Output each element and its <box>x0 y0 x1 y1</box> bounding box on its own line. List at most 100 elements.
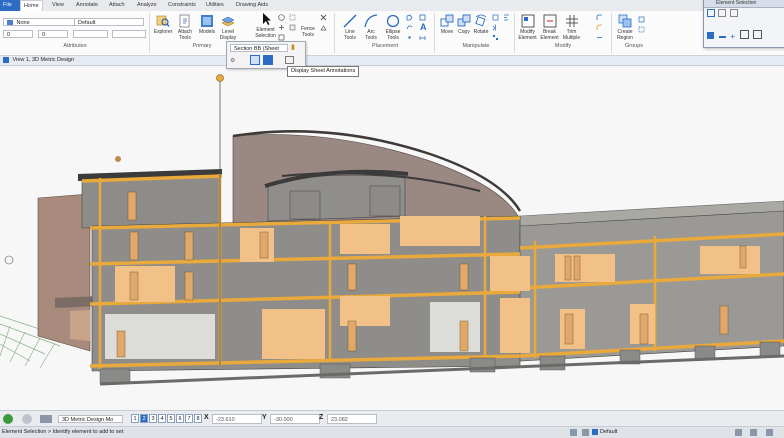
view-button-5[interactable]: 5 <box>167 414 175 423</box>
view-button-3[interactable]: 3 <box>149 414 157 423</box>
invert-selection-icon[interactable] <box>739 30 749 39</box>
weight-combo[interactable]: 0 <box>38 30 68 38</box>
attach-tools-button[interactable]: Attach Tools <box>175 14 195 41</box>
polygon-icon[interactable] <box>406 14 413 21</box>
point-icon[interactable] <box>406 34 413 41</box>
style-combo[interactable]: Default <box>74 18 144 26</box>
level-display-label: Level Display <box>219 29 237 41</box>
array-icon[interactable] <box>492 34 499 41</box>
fence-tools-button[interactable]: Fence Tools <box>296 26 320 38</box>
tab-constraints[interactable]: Constraints <box>165 0 199 11</box>
scale-icon[interactable] <box>492 14 499 21</box>
clear-selection-icon[interactable] <box>753 30 763 39</box>
drop-icon[interactable] <box>320 25 327 32</box>
break-element-button[interactable]: Break Element <box>539 14 560 41</box>
select-shape-icon[interactable] <box>718 9 727 17</box>
fillet-icon[interactable] <box>596 14 603 21</box>
tab-analyze[interactable]: Analyze <box>134 0 160 11</box>
modify-element-button[interactable]: Modify Element <box>517 14 538 41</box>
view-toolbar-bottom: 3D Metric Design Mo 1 2 3 4 5 6 7 8 X -2… <box>0 410 784 427</box>
annotation-toggle-icon[interactable] <box>263 55 273 65</box>
ellipse-tools-button[interactable]: Ellipse Tools <box>383 14 403 41</box>
view-button-6[interactable]: 6 <box>176 414 184 423</box>
snap-icon[interactable] <box>22 414 32 424</box>
view-rotation-marker[interactable] <box>4 255 14 265</box>
linestyle-combo[interactable] <box>73 30 108 38</box>
chamfer-icon[interactable] <box>596 24 603 31</box>
accudraw-icon[interactable] <box>3 414 13 424</box>
modify-element-icon <box>521 14 534 28</box>
group-icon[interactable] <box>638 16 645 23</box>
fence-place-icon[interactable] <box>289 14 296 21</box>
create-region-button[interactable]: Create Region <box>614 14 636 41</box>
models-button[interactable]: Models <box>197 14 217 35</box>
curve-icon[interactable] <box>406 24 413 31</box>
add-selection-icon[interactable]: + <box>730 32 735 41</box>
move-button[interactable]: Move <box>438 14 456 35</box>
section-marker[interactable] <box>216 74 224 82</box>
model-dropdown[interactable]: 3D Metric Design Mo <box>58 415 123 423</box>
explorer-button[interactable]: Explorer <box>153 14 173 35</box>
align-icon[interactable] <box>503 14 510 21</box>
ribbon-separator <box>149 13 150 53</box>
tab-drawing-aids[interactable]: Drawing Aids <box>233 0 271 11</box>
mirror-icon[interactable] <box>492 24 499 31</box>
view-button-8[interactable]: 8 <box>194 414 202 423</box>
arc-tools-button[interactable]: Arc Tools <box>361 14 381 41</box>
select-line-icon[interactable] <box>729 9 738 17</box>
view-button-2[interactable]: 2 <box>140 414 148 423</box>
design-view-canvas[interactable] <box>0 66 784 410</box>
tab-attach[interactable]: Attach <box>106 0 128 11</box>
element-selection-title: Element Selection <box>704 0 784 8</box>
dimension-icon[interactable] <box>419 34 426 41</box>
copy-button[interactable]: Copy <box>455 14 473 35</box>
line-tools-button[interactable]: Line Tools <box>340 14 360 41</box>
grid-lock-icon[interactable] <box>582 429 589 436</box>
level-display-button[interactable]: Level Display <box>218 14 238 41</box>
subtract-selection-icon[interactable] <box>718 36 726 39</box>
y-coordinate-field[interactable]: -30.000 <box>270 414 320 424</box>
text-icon[interactable]: A <box>420 22 427 32</box>
cell-icon[interactable] <box>419 14 426 21</box>
view-button-1[interactable]: 1 <box>131 414 139 423</box>
delete-icon[interactable] <box>320 14 327 21</box>
status-level[interactable]: Default <box>600 427 617 438</box>
view-button-4[interactable]: 4 <box>158 414 166 423</box>
rotate-label: Rotate <box>473 29 489 35</box>
tab-annotate[interactable]: Annotate <box>73 0 101 11</box>
message-icon[interactable] <box>735 429 742 436</box>
notification-icon[interactable] <box>766 429 773 436</box>
fence-modify-icon[interactable] <box>289 24 296 31</box>
cloud-icon[interactable] <box>40 415 52 423</box>
tab-file[interactable]: File <box>0 0 20 11</box>
select-clear-icon[interactable] <box>278 34 285 41</box>
tab-utilities[interactable]: Utilities <box>203 0 227 11</box>
tab-view[interactable]: View <box>49 0 67 11</box>
x-coordinate-field[interactable]: -23.610 <box>212 414 262 424</box>
tooltip: Display Sheet Annotations <box>287 66 360 77</box>
z-coordinate-field[interactable]: 23.082 <box>327 414 377 424</box>
folder-icon[interactable]: ▮ <box>291 43 295 51</box>
display-sheet-annotations-icon[interactable] <box>285 56 294 64</box>
select-all-icon[interactable] <box>278 14 285 21</box>
copy-label: Copy <box>458 29 470 35</box>
extend-icon[interactable] <box>596 34 603 41</box>
transparency-combo[interactable] <box>112 30 146 38</box>
tools-icon[interactable]: ⚙ <box>230 57 238 64</box>
sheet-view-icon[interactable] <box>250 55 260 65</box>
section-sheet-dropdown[interactable]: Section BB (Sheet <box>230 44 288 52</box>
new-selection-icon[interactable] <box>707 32 714 39</box>
select-block-icon[interactable] <box>707 9 715 17</box>
element-selection-window[interactable]: Element Selection + <box>703 0 784 48</box>
ungroup-icon[interactable] <box>638 26 645 33</box>
trim-multiple-label: Trim Multiple <box>562 29 581 41</box>
color-combo[interactable]: 0 <box>3 30 33 38</box>
select-add-icon[interactable] <box>278 24 285 31</box>
element-selection-button[interactable]: Element Selection <box>253 12 278 39</box>
level-display-icon <box>221 16 235 27</box>
trim-multiple-button[interactable]: Trim Multiple <box>561 14 582 41</box>
sync-icon[interactable] <box>750 429 757 436</box>
lock-icon[interactable] <box>570 429 577 436</box>
rotate-button[interactable]: Rotate <box>472 14 490 35</box>
view-button-7[interactable]: 7 <box>185 414 193 423</box>
